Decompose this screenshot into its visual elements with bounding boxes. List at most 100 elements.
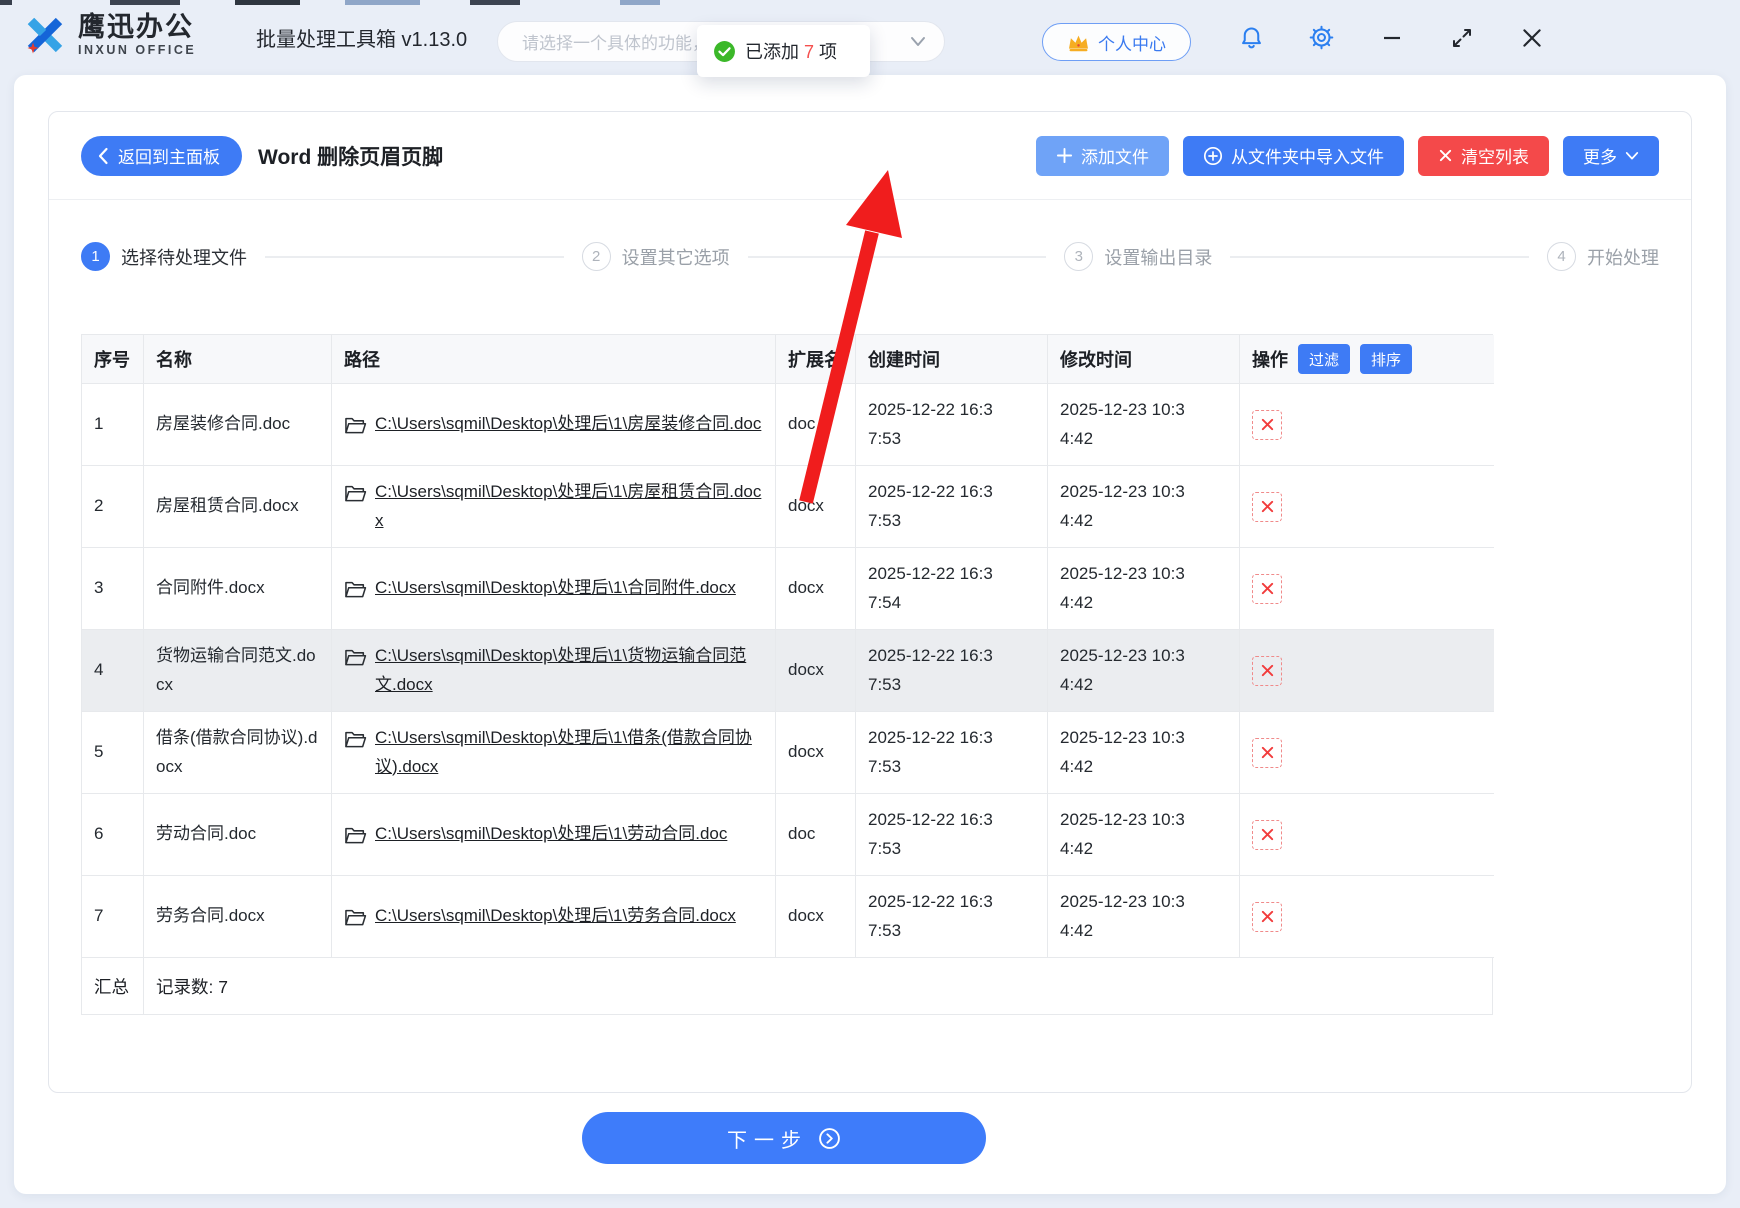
- plus-icon: [1056, 147, 1073, 164]
- back-to-dashboard-button[interactable]: 返回到主面板: [81, 135, 242, 176]
- close-button[interactable]: [1515, 0, 1549, 75]
- app-brand: 鹰迅办公 INXUN OFFICE: [22, 12, 196, 58]
- table-row[interactable]: 7 劳务合同.docx C:\Users\sqmil\Desktop\处理后\1…: [82, 876, 1494, 958]
- next-step-button[interactable]: 下一步: [582, 1112, 986, 1164]
- header-modified: 修改时间: [1048, 335, 1240, 384]
- actions-label: 操作: [1252, 350, 1288, 370]
- clear-list-label: 清空列表: [1461, 148, 1529, 167]
- topbar: 鹰迅办公 INXUN OFFICE 批量处理工具箱 v1.13.0 请选择一个具…: [0, 0, 1740, 77]
- file-path-cell: C:\Users\sqmil\Desktop\处理后\1\房屋租赁合同.docx: [332, 466, 776, 548]
- created-time: 2025-12-22 16:37:53: [856, 466, 1048, 548]
- minimize-button[interactable]: [1375, 0, 1409, 75]
- modified-time: 2025-12-23 10:34:42: [1048, 384, 1240, 466]
- file-path-cell: C:\Users\sqmil\Desktop\处理后\1\劳务合同.docx: [332, 876, 776, 958]
- step-number: 4: [1547, 242, 1577, 271]
- file-path-link[interactable]: C:\Users\sqmil\Desktop\处理后\1\货物运输合同范文.do…: [375, 642, 763, 698]
- created-time: 2025-12-22 16:37:53: [856, 794, 1048, 876]
- created-time: 2025-12-22 16:37:54: [856, 548, 1048, 630]
- user-center-label: 个人中心: [1098, 34, 1166, 54]
- step-connector: [1230, 255, 1530, 258]
- step-label: 设置其它选项: [621, 247, 730, 268]
- step-number: 2: [581, 242, 611, 271]
- actions-cell: [1240, 548, 1494, 630]
- file-path-cell: C:\Users\sqmil\Desktop\处理后\1\借条(借款合同协议).…: [332, 712, 776, 794]
- minimize-icon: [1384, 36, 1400, 39]
- table-row[interactable]: 2 房屋租赁合同.docx C:\Users\sqmil\Desktop\处理后…: [82, 466, 1494, 548]
- row-index: 5: [82, 712, 144, 794]
- import-from-folder-button[interactable]: 从文件夹中导入文件: [1183, 135, 1404, 176]
- sort-button[interactable]: 排序: [1360, 344, 1413, 374]
- file-path-link[interactable]: C:\Users\sqmil\Desktop\处理后\1\劳务合同.docx: [375, 902, 736, 930]
- modified-time: 2025-12-23 10:34:42: [1048, 876, 1240, 958]
- delete-row-button[interactable]: [1252, 573, 1282, 604]
- filter-button[interactable]: 过滤: [1298, 344, 1351, 374]
- row-index: 4: [82, 630, 144, 712]
- panel-toolbar: 返回到主面板 Word 删除页眉页脚 添加文件 从文件夹中导入文件 清空列表 更…: [49, 112, 1691, 200]
- delete-row-button[interactable]: [1252, 491, 1282, 522]
- main-card: 返回到主面板 Word 删除页眉页脚 添加文件 从文件夹中导入文件 清空列表 更…: [14, 75, 1726, 1194]
- notifications-button[interactable]: [1234, 0, 1268, 75]
- delete-row-button[interactable]: [1252, 409, 1282, 440]
- file-path-link[interactable]: C:\Users\sqmil\Desktop\处理后\1\合同附件.docx: [375, 574, 736, 602]
- modified-time: 2025-12-23 10:34:42: [1048, 548, 1240, 630]
- bell-icon: [1241, 27, 1261, 49]
- step-label: 开始处理: [1587, 247, 1660, 268]
- more-button[interactable]: 更多: [1563, 135, 1659, 176]
- app-logo: [27, 17, 63, 54]
- row-index: 2: [82, 466, 144, 548]
- file-path-link[interactable]: C:\Users\sqmil\Desktop\处理后\1\劳动合同.doc: [375, 820, 727, 848]
- header-actions: 操作 过滤 排序: [1240, 335, 1494, 384]
- delete-row-button[interactable]: [1252, 737, 1282, 768]
- table-row[interactable]: 4 货物运输合同范文.docx C:\Users\sqmil\Desktop\处…: [82, 630, 1494, 712]
- header-index: 序号: [82, 335, 144, 384]
- settings-button[interactable]: [1304, 0, 1338, 75]
- header-created: 创建时间: [856, 335, 1048, 384]
- delete-row-button[interactable]: [1252, 819, 1282, 850]
- delete-row-button[interactable]: [1252, 901, 1282, 932]
- table-body: 1 房屋装修合同.doc C:\Users\sqmil\Desktop\处理后\…: [82, 384, 1494, 958]
- chevron-down-icon: [911, 37, 925, 46]
- clear-list-button[interactable]: 清空列表: [1418, 135, 1549, 176]
- file-name: 货物运输合同范文.docx: [144, 630, 332, 712]
- file-ext: docx: [776, 548, 856, 630]
- file-path-cell: C:\Users\sqmil\Desktop\处理后\1\合同附件.docx: [332, 548, 776, 630]
- check-circle-icon: [714, 40, 735, 62]
- file-table: 序号 名称 路径 扩展名 创建时间 修改时间 操作 过滤 排序 1 房屋装修合同…: [81, 334, 1494, 1015]
- gear-icon: [1309, 25, 1333, 50]
- file-ext: doc: [776, 384, 856, 466]
- step-select-files: 1 选择待处理文件: [81, 242, 247, 271]
- toast-count: 7: [804, 42, 815, 62]
- file-path-cell: C:\Users\sqmil\Desktop\处理后\1\劳动合同.doc: [332, 794, 776, 876]
- table-row[interactable]: 3 合同附件.docx C:\Users\sqmil\Desktop\处理后\1…: [82, 548, 1494, 630]
- file-path-link[interactable]: C:\Users\sqmil\Desktop\处理后\1\房屋装修合同.doc: [375, 410, 761, 438]
- step-label: 设置输出目录: [1104, 247, 1213, 268]
- app-subtitle: 批量处理工具箱 v1.13.0: [256, 29, 468, 51]
- file-name: 房屋装修合同.doc: [144, 384, 332, 466]
- delete-row-button[interactable]: [1252, 655, 1282, 686]
- folder-icon: [344, 415, 367, 436]
- file-name: 劳动合同.doc: [144, 794, 332, 876]
- app-name-en: INXUN OFFICE: [78, 42, 197, 57]
- circle-plus-icon: [1203, 146, 1223, 165]
- crown-icon: [1069, 35, 1088, 51]
- file-path-link[interactable]: C:\Users\sqmil\Desktop\处理后\1\房屋租赁合同.docx: [375, 478, 763, 534]
- table-row[interactable]: 1 房屋装修合同.doc C:\Users\sqmil\Desktop\处理后\…: [82, 384, 1494, 466]
- table-row[interactable]: 6 劳动合同.doc C:\Users\sqmil\Desktop\处理后\1\…: [82, 794, 1494, 876]
- modified-time: 2025-12-23 10:34:42: [1048, 712, 1240, 794]
- step-number: 1: [81, 242, 110, 271]
- file-ext: docx: [776, 630, 856, 712]
- step-connector: [265, 255, 564, 258]
- modified-time: 2025-12-23 10:34:42: [1048, 630, 1240, 712]
- folder-icon: [344, 729, 367, 750]
- actions-cell: [1240, 630, 1494, 712]
- table-row[interactable]: 5 借条(借款合同协议).docx C:\Users\sqmil\Desktop…: [82, 712, 1494, 794]
- file-path-link[interactable]: C:\Users\sqmil\Desktop\处理后\1\借条(借款合同协议).…: [375, 724, 763, 780]
- maximize-button[interactable]: [1445, 0, 1479, 75]
- add-files-button[interactable]: 添加文件: [1036, 135, 1169, 176]
- x-icon: [1439, 149, 1452, 162]
- folder-icon: [344, 825, 367, 846]
- user-center-button[interactable]: 个人中心: [1042, 23, 1191, 61]
- content-panel: 返回到主面板 Word 删除页眉页脚 添加文件 从文件夹中导入文件 清空列表 更…: [48, 111, 1692, 1093]
- maximize-icon: [1453, 28, 1471, 47]
- app-name: 鹰迅办公: [78, 12, 194, 43]
